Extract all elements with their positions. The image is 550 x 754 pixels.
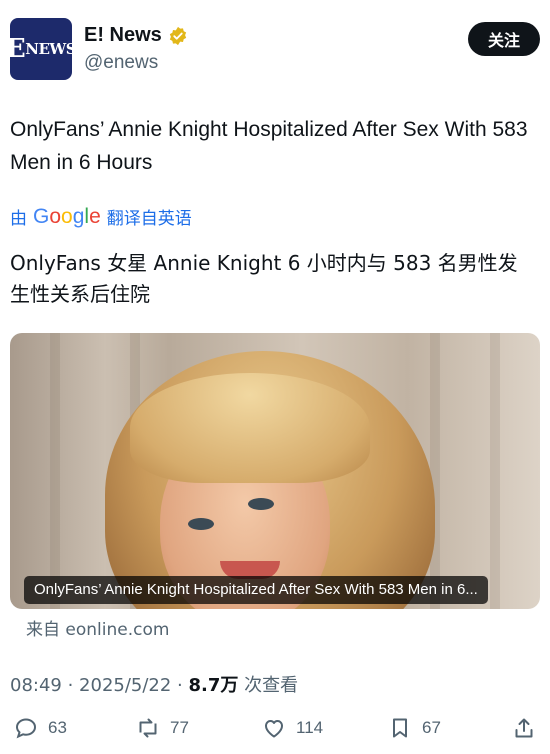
curtain-fold <box>490 333 500 609</box>
view-count: 8.7万 <box>188 675 239 696</box>
tweet-meta: 08:49 · 2025/5/22 · 8.7万 次查看 <box>10 671 298 697</box>
avatar[interactable]: E NEWS <box>6 18 77 80</box>
retweet-button[interactable]: 77 <box>136 716 189 740</box>
bookmark-count: 67 <box>422 718 441 737</box>
translate-prefix: 由 <box>10 209 27 229</box>
bookmark-button[interactable]: 67 <box>388 716 441 740</box>
avatar-word: NEWS <box>25 40 77 58</box>
photo-eye <box>248 498 274 510</box>
retweet-icon <box>139 718 157 738</box>
action-bar: 63 77 114 67 <box>0 710 550 750</box>
bookmark-icon <box>393 718 407 738</box>
link-card[interactable]: OnlyFans’ Annie Knight Hospitalized Afte… <box>10 333 540 609</box>
translate-suffix: 翻译自英语 <box>106 209 192 229</box>
card-caption: OnlyFans’ Annie Knight Hospitalized Afte… <box>24 576 488 604</box>
reply-icon <box>15 718 37 739</box>
avatar-letter: E <box>5 34 26 64</box>
like-button[interactable]: 114 <box>262 716 323 740</box>
timestamp[interactable]: 08:49 · 2025/5/22 · <box>10 675 189 696</box>
like-count: 114 <box>296 718 324 737</box>
card-source[interactable]: 来自 eonline.com <box>26 615 169 640</box>
retweet-count: 77 <box>170 718 189 737</box>
share-button[interactable] <box>512 716 546 740</box>
name-row: E! News <box>84 24 188 47</box>
account-handle[interactable]: @enews <box>84 52 158 74</box>
photo-eye <box>188 518 214 530</box>
translated-text: OnlyFans 女星 Annie Knight 6 小时内与 583 名男性发… <box>10 251 518 306</box>
verified-badge-icon <box>169 26 186 45</box>
share-icon <box>515 718 533 738</box>
reply-count: 63 <box>48 718 67 737</box>
tweet-header: E NEWS E! News @enews 关注 <box>6 14 540 84</box>
google-logo: Google <box>33 204 101 228</box>
curtain-fold <box>430 333 440 609</box>
follow-button[interactable]: 关注 <box>468 22 540 56</box>
heart-icon <box>265 720 283 738</box>
translation-attribution[interactable]: 由 Google 翻译自英语 <box>10 204 192 230</box>
display-name[interactable]: E! News <box>84 24 162 47</box>
photo-bangs <box>130 373 370 483</box>
views-label: 次查看 <box>238 675 299 696</box>
curtain-fold <box>50 333 60 609</box>
tweet-text: OnlyFans’ Annie Knight Hospitalized Afte… <box>10 118 528 174</box>
reply-button[interactable]: 63 <box>14 716 67 740</box>
